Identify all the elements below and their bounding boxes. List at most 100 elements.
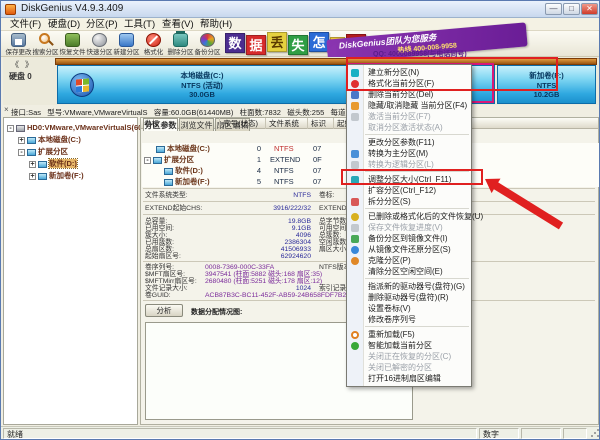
hide-partition-icon [351,102,359,110]
reload-icon [351,331,359,339]
backup-image-icon [351,235,359,243]
close-button[interactable]: ✕ [581,3,598,15]
tree-node-disk[interactable]: -HD0:VMware,VMwareVirtualS(60GB) [7,122,156,133]
menu-item-restore-from-image[interactable]: 从镜像文件还原分区(S) [347,244,471,255]
partition-tree: -HD0:VMware,VMwareVirtualS(60GB) +本地磁盘(C… [3,117,138,425]
save-progress-icon [351,224,359,232]
partition-icon [156,146,165,153]
menu-item-activate-partition: 激活当前分区(F7) [347,111,471,122]
new-partition-button[interactable]: 新建分区 [113,32,140,56]
menu-item-clone-partition[interactable]: 克隆分区(P) [347,255,471,266]
menu-file[interactable]: 文件(F) [5,19,46,31]
col-id[interactable]: 标识 [308,118,334,129]
smart-load-icon [351,342,359,350]
recover-files-button[interactable]: 恢复文件 [59,32,86,56]
next-disk-button[interactable]: 》 [25,59,33,70]
partition-c-size: 30.0GB [58,90,346,100]
menu-item-close-recovering-partition: 关闭正在恢复的分区(C) [347,351,471,362]
menu-item-reload[interactable]: 重新加载(F5) [347,329,471,340]
disk-tab-label[interactable]: 硬盘 0 [9,71,32,82]
maximize-button[interactable]: □ [563,3,580,15]
panel-close-icon[interactable]: × [4,106,9,114]
partition-icon [164,179,173,186]
title-bar: DiskGenius V4.9.3.409 — □ ✕ [1,1,600,18]
recover-files-icon [65,33,80,47]
menu-item-change-volume-serial[interactable]: 修改卷序列号 [347,314,471,325]
save-icon [11,33,26,47]
search-partition-button[interactable]: 搜索分区 [32,32,59,56]
menu-item-backup-to-image[interactable]: 备份分区到镜像文件(I) [347,233,471,244]
partition-icon [27,149,36,156]
quick-partition-button[interactable]: 快速分区 [86,32,113,56]
convert-primary-icon [351,150,359,158]
delete-partition-icon [173,33,188,47]
backup-partition-icon [200,33,215,47]
menu-partition[interactable]: 分区(P) [81,19,123,31]
split-partition-icon [351,198,359,206]
status-cell [521,428,561,439]
partition-icon [27,137,36,144]
status-numlock: 数字 [479,428,519,439]
menu-item-save-recovery-progress: 保存文件恢复进度(V) [347,222,471,233]
ad-tile: 失 [288,35,308,55]
menu-item-recover-deleted-files[interactable]: 已删除或格式化后的文件恢复(U) [347,211,471,222]
delete-icon [351,91,359,99]
recover-files-icon [351,213,359,221]
menu-view[interactable]: 查看(V) [157,19,199,31]
menu-item-assign-drive-letter[interactable]: 指派新的驱动器号(盘符)(G) [347,281,471,292]
context-menu: 建立新分区(N) 格式化当前分区(F) 删除当前分区(Del) 隐藏/取消隐藏 … [346,64,472,387]
windows-logo-icon [70,73,94,97]
partition-icon [38,173,47,180]
disk-icon [16,125,25,132]
quick-partition-icon [92,33,107,47]
menu-item-split-partition[interactable]: 拆分分区(S) [347,196,471,207]
ad-tile: 数 [225,33,245,53]
delete-partition-button[interactable]: 删除分区 [167,32,194,56]
window-title: DiskGenius V4.9.3.409 [21,3,123,14]
prev-disk-button[interactable]: 《 [11,59,19,70]
app-icon [5,4,16,15]
partition-block-c[interactable]: 本地磁盘(C:) NTFS (活动) 30.0GB [57,65,347,104]
save-changes-button[interactable]: 保存更改 [5,32,32,56]
menu-item-convert-primary[interactable]: 转换为主分区(M) [347,148,471,159]
tree-node-c[interactable]: +本地磁盘(C:) [18,134,81,145]
partition-c-fs: NTFS (活动) [58,81,346,91]
tree-node-f[interactable]: +新加卷(F:) [29,170,84,181]
menu-item-set-volume-label[interactable]: 设置卷标(V) [347,303,471,314]
menu-item-change-params[interactable]: 更改分区参数(F11) [347,137,471,148]
tree-node-d[interactable]: +软件(D:) [29,158,77,169]
menu-item-smart-load[interactable]: 智能加载当前分区 [347,340,471,351]
status-bar: 就绪 数字 [1,426,600,439]
menu-item-close-decrypted-partition: 关闭已解密的分区 [347,362,471,373]
partition-icon [153,157,162,164]
new-partition-icon [119,33,134,47]
ad-tile: 据 [246,35,266,55]
format-button[interactable]: 格式化 [140,32,167,56]
menu-help[interactable]: 帮助(H) [195,19,237,31]
menu-item-hide-partition[interactable]: 隐藏/取消隐藏 当前分区(F4) [347,100,471,111]
menu-item-remove-drive-letter[interactable]: 删除驱动器号(盘符)(R) [347,292,471,303]
status-ready: 就绪 [3,428,477,439]
partition-icon [164,168,173,175]
format-icon [146,33,161,47]
menu-item-wipe-free-space[interactable]: 清除分区空闲空间(E) [347,266,471,277]
resize-grip[interactable] [590,428,600,438]
partition-c-name: 本地磁盘(C:) [58,71,346,81]
tree-node-extended[interactable]: -扩展分区 [18,146,68,157]
clone-partition-icon [351,257,359,265]
menu-item-open-hex-editor[interactable]: 打开16进制扇区编辑 [347,373,471,384]
analyze-button[interactable]: 分析 [145,304,183,317]
menu-item-expand-partition[interactable]: 扩容分区(Ctrl_F12) [347,185,471,196]
backup-partition-button[interactable]: 备份分区 [194,32,221,56]
app-window: DiskGenius V4.9.3.409 — □ ✕ 文件(F) 硬盘(D) … [0,0,600,440]
minimize-button[interactable]: — [545,3,562,15]
col-filesystem[interactable]: 文件系统 [266,118,308,129]
restore-image-icon [351,246,359,254]
col-volume-label[interactable]: 卷标 [141,118,220,129]
col-index-status[interactable]: 序号(状态) [220,118,266,129]
convert-logical-icon [351,161,359,169]
menu-tools[interactable]: 工具(T) [119,19,160,31]
annotation-box-resize [341,169,483,185]
annotation-box-top [346,57,558,91]
menu-disk[interactable]: 硬盘(D) [43,19,85,31]
